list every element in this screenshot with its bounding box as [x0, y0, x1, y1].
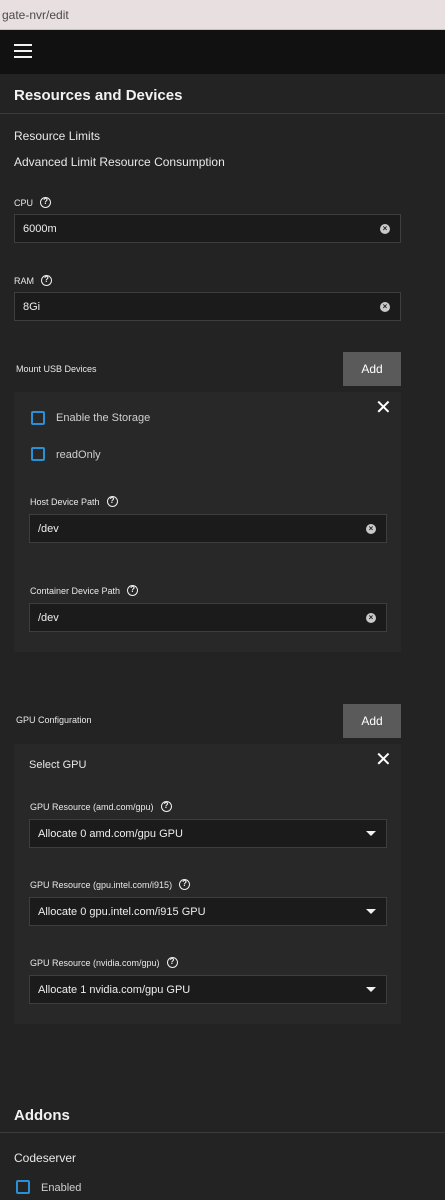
gpu-intel-select[interactable]: Allocate 0 gpu.intel.com/i915 GPU — [29, 897, 387, 926]
enable-storage-label: Enable the Storage — [56, 412, 151, 424]
help-icon[interactable]: ? — [127, 585, 139, 596]
advanced-limit-label: Advanced Limit Resource Consumption — [14, 155, 225, 169]
menu-icon[interactable] — [14, 44, 32, 58]
gpu-configuration-label-text: GPU Configuration — [16, 715, 92, 725]
chevron-down-icon — [366, 987, 376, 992]
help-icon[interactable]: ? — [179, 879, 191, 890]
chevron-down-icon — [366, 831, 376, 836]
help-icon[interactable]: ? — [106, 496, 118, 507]
host-device-path-label: Host Device Path ? — [30, 496, 118, 507]
gpu-nvidia-select[interactable]: Allocate 1 nvidia.com/gpu GPU — [29, 975, 387, 1004]
gpu-configuration-label: GPU Configuration — [16, 715, 92, 725]
section-title-resources: Resources and Devices — [14, 87, 183, 104]
container-device-path-value: /dev — [38, 611, 59, 624]
mount-usb-label: Mount USB Devices — [16, 364, 97, 374]
gpu-nvidia-select-value: Allocate 1 nvidia.com/gpu GPU — [38, 983, 191, 996]
clear-icon[interactable]: × — [380, 301, 390, 312]
gpu-amd-select-value: Allocate 0 amd.com/gpu GPU — [38, 827, 183, 840]
gpu-intel-label: GPU Resource (gpu.intel.com/i915) ? — [30, 879, 191, 890]
close-icon[interactable]: ✕ — [375, 750, 392, 770]
clear-icon[interactable]: × — [366, 523, 376, 534]
help-icon[interactable]: ? — [41, 275, 52, 286]
enable-storage-checkbox[interactable] — [31, 411, 45, 425]
host-device-path-label-text: Host Device Path — [30, 496, 100, 507]
ram-label-text: RAM — [14, 275, 34, 286]
gpu-amd-select[interactable]: Allocate 0 amd.com/gpu GPU — [29, 819, 387, 848]
gpu-intel-label-text: GPU Resource (gpu.intel.com/i915) — [30, 879, 173, 890]
container-device-path-label-text: Container Device Path — [30, 585, 121, 596]
select-gpu-label: Select GPU — [29, 759, 87, 771]
add-gpu-button[interactable]: Add — [343, 704, 401, 738]
top-app-bar — [0, 30, 445, 74]
clear-icon[interactable]: × — [380, 223, 390, 234]
chevron-down-icon — [366, 909, 376, 914]
mount-usb-label-text: Mount USB Devices — [16, 364, 97, 374]
cpu-label-text: CPU — [14, 197, 34, 208]
cpu-input[interactable]: 6000m × — [14, 214, 401, 243]
codeserver-enabled-label: Enabled — [41, 1182, 82, 1194]
readonly-checkbox[interactable] — [31, 447, 45, 461]
help-icon[interactable]: ? — [40, 197, 52, 208]
gpu-nvidia-label: GPU Resource (nvidia.com/gpu) ? — [30, 957, 178, 968]
address-bar[interactable]: gate-nvr/edit — [0, 0, 445, 30]
ram-input[interactable]: 8Gi × — [14, 292, 401, 321]
gpu-panel: ✕ Select GPU GPU Resource (amd.com/gpu) … — [14, 744, 401, 1024]
help-icon[interactable]: ? — [166, 957, 178, 968]
host-device-path-value: /dev — [38, 522, 59, 535]
help-icon[interactable]: ? — [160, 801, 172, 812]
codeserver-enabled-checkbox[interactable] — [16, 1180, 30, 1194]
codeserver-label: Codeserver — [14, 1151, 77, 1165]
host-device-path-input[interactable]: /dev × — [29, 514, 387, 543]
gpu-amd-label-text: GPU Resource (amd.com/gpu) — [30, 801, 154, 812]
usb-device-panel: ✕ Enable the Storage readOnly Host Devic… — [14, 392, 401, 652]
readonly-label: readOnly — [56, 449, 101, 461]
divider — [0, 1132, 445, 1133]
gpu-intel-select-value: Allocate 0 gpu.intel.com/i915 GPU — [38, 905, 206, 918]
resource-limits-label: Resource Limits — [14, 129, 101, 143]
clear-icon[interactable]: × — [366, 612, 376, 623]
ram-input-value: 8Gi — [23, 300, 41, 313]
divider — [0, 113, 445, 114]
add-usb-device-button[interactable]: Add — [343, 352, 401, 386]
gpu-nvidia-label-text: GPU Resource (nvidia.com/gpu) — [30, 957, 160, 968]
section-title-addons: Addons — [14, 1107, 70, 1124]
cpu-input-value: 6000m — [23, 222, 57, 235]
container-device-path-input[interactable]: /dev × — [29, 603, 387, 632]
cpu-label: CPU ? — [14, 197, 52, 208]
container-device-path-label: Container Device Path ? — [30, 585, 139, 596]
close-icon[interactable]: ✕ — [375, 398, 392, 418]
gpu-amd-label: GPU Resource (amd.com/gpu) ? — [30, 801, 172, 812]
ram-label: RAM ? — [14, 275, 52, 286]
